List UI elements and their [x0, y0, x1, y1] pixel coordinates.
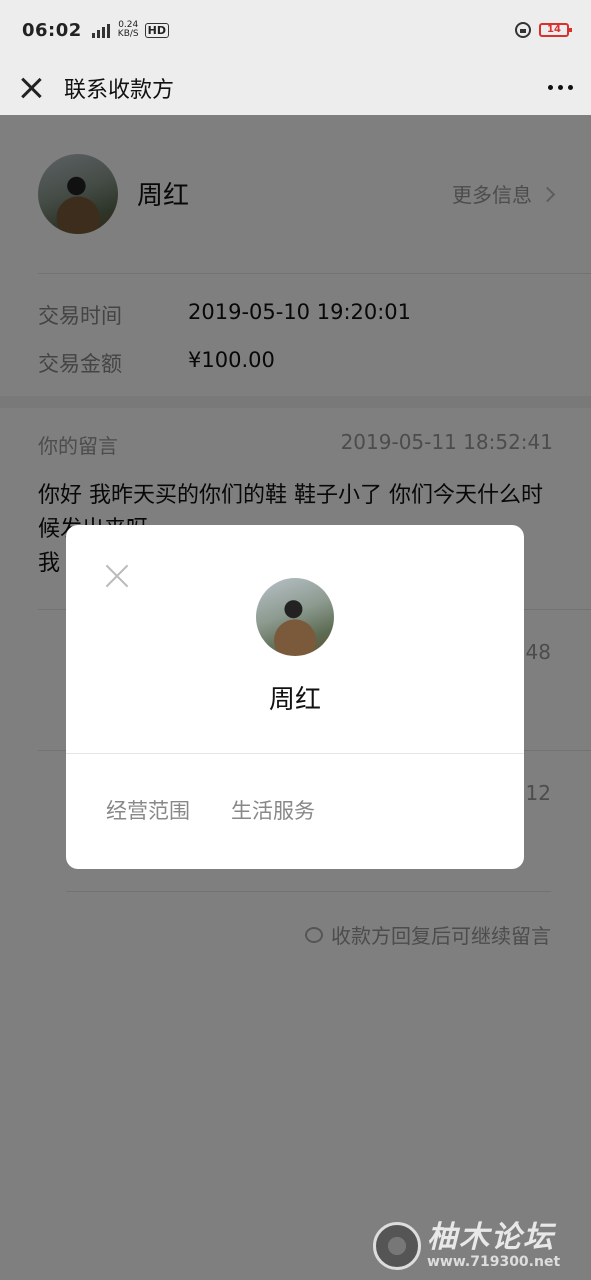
dragon-logo-icon: [373, 1222, 421, 1270]
avatar: [256, 578, 334, 656]
dialog-payee-name: 周红: [268, 685, 321, 715]
forum-watermark: 柚木论坛 www.719300.net: [373, 1218, 583, 1274]
network-speed: 0.24 KB/S: [117, 20, 139, 39]
battery-icon: 14: [539, 23, 572, 37]
business-scope-label: 经营范围: [106, 799, 190, 823]
signal-icon: [91, 22, 110, 38]
close-icon[interactable]: [104, 563, 130, 589]
more-options-icon[interactable]: [548, 85, 573, 90]
divider: [66, 753, 524, 754]
close-icon[interactable]: [18, 75, 44, 101]
nav-bar: 联系收款方: [0, 60, 591, 115]
payee-card-dialog: 周红 经营范围 生活服务: [66, 525, 524, 869]
watermark-title: 柚木论坛: [427, 1220, 555, 1255]
status-bar: 06:02 0.24 KB/S HD 14: [0, 0, 591, 60]
hd-badge: HD: [144, 22, 169, 38]
watermark-url: www.719300.net: [427, 1254, 561, 1270]
status-time: 06:02: [22, 19, 82, 41]
page-title: 联系收款方: [64, 77, 175, 103]
rotation-lock-icon: [515, 22, 531, 38]
business-scope-value: 生活服务: [231, 799, 315, 823]
